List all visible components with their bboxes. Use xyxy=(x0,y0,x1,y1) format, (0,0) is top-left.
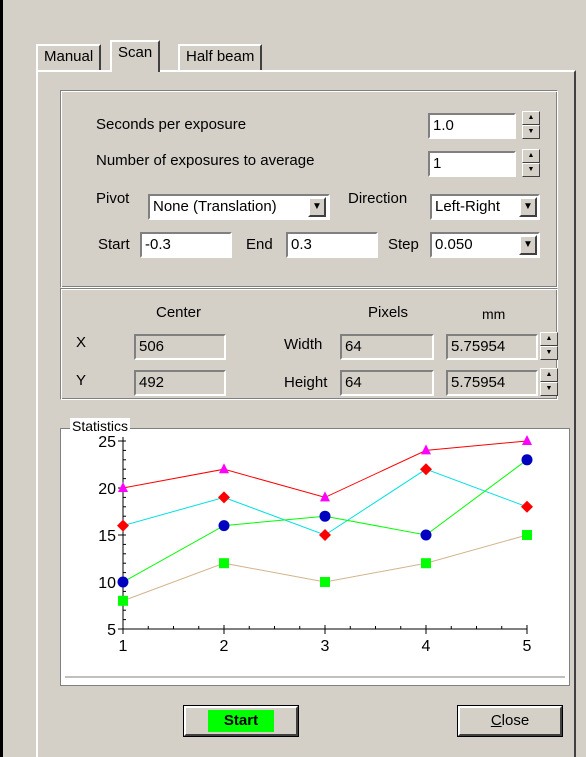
statistics-chart: 5 10 15 20 25 1 2 3 4 5 xyxy=(65,434,565,678)
direction-label: Direction xyxy=(348,190,408,207)
end-input[interactable]: 0.3 xyxy=(286,232,378,258)
height-spin-down[interactable]: ▼ xyxy=(540,382,558,396)
y-tick-label: 20 xyxy=(98,481,116,498)
start-input[interactable]: -0.3 xyxy=(140,232,232,258)
series-2-point xyxy=(420,463,432,476)
series-3-point xyxy=(420,529,432,541)
series-2-point xyxy=(521,500,533,513)
close-button-label: Close xyxy=(490,712,530,729)
series-3-point xyxy=(218,520,230,532)
height-pixels-field: 64 xyxy=(340,370,434,396)
statistics-chart-box: 5 10 15 20 25 1 2 3 4 5 xyxy=(60,428,570,686)
series-line-1 xyxy=(122,440,528,498)
series-line-2 xyxy=(122,468,528,536)
step-label: Step xyxy=(388,236,419,253)
seconds-spin-up[interactable]: ▲ xyxy=(522,111,540,125)
exposures-spin-up[interactable]: ▲ xyxy=(522,149,540,163)
tab-scan[interactable]: Scan xyxy=(110,40,161,72)
center-x-field: 506 xyxy=(134,334,226,360)
direction-dropdown-icon[interactable]: ▼ xyxy=(519,197,537,217)
x-tick-label: 5 xyxy=(523,638,532,655)
y-tick-label: 5 xyxy=(107,622,116,639)
x-label: X xyxy=(76,334,87,351)
width-pixels-field: 64 xyxy=(340,334,434,360)
x-tick-label: 1 xyxy=(119,638,128,655)
y-tick-label: 10 xyxy=(98,575,116,592)
series-4-point xyxy=(421,558,431,569)
y-label: Y xyxy=(76,372,87,389)
y-tick-label: 15 xyxy=(98,528,116,545)
start-label: Start xyxy=(98,236,130,253)
width-label: Width xyxy=(284,336,323,353)
pivot-label: Pivot xyxy=(96,190,130,207)
tab-manual-label: Manual xyxy=(44,48,94,65)
series-2-point xyxy=(218,491,230,504)
width-mm-field: 5.75954 xyxy=(446,334,538,360)
y-tick-label: 25 xyxy=(98,434,116,451)
width-spin-down[interactable]: ▼ xyxy=(540,346,558,360)
series-2-point xyxy=(117,519,129,532)
height-label: Height xyxy=(284,374,328,391)
close-button[interactable]: Close xyxy=(457,705,563,737)
tab-half-beam[interactable]: Half beam xyxy=(178,44,263,72)
series-4-point xyxy=(522,530,532,540)
pixels-header: Pixels xyxy=(368,304,409,321)
step-dropdown-icon[interactable]: ▼ xyxy=(519,235,537,255)
tab-scan-label: Scan xyxy=(118,44,153,61)
exposures-to-average-input[interactable]: 1 xyxy=(428,151,516,177)
series-4-point xyxy=(219,558,229,569)
step-select-value: 0.050 xyxy=(435,236,473,253)
pivot-dropdown-icon[interactable]: ▼ xyxy=(308,197,326,217)
height-spin-up[interactable]: ▲ xyxy=(540,368,558,382)
series-2-point xyxy=(319,529,331,541)
window-border-left xyxy=(0,0,3,757)
series-1-point xyxy=(421,444,431,455)
seconds-spin-down[interactable]: ▼ xyxy=(522,125,540,139)
x-tick-label: 3 xyxy=(321,638,330,655)
series-3-point xyxy=(117,576,129,588)
series-3-point xyxy=(319,510,331,522)
start-button[interactable]: Start xyxy=(183,705,299,737)
series-line-4 xyxy=(122,534,528,602)
tab-manual[interactable]: Manual xyxy=(36,44,102,72)
exposures-spin-down[interactable]: ▼ xyxy=(522,163,540,177)
series-3-point xyxy=(521,454,533,466)
series-1-point xyxy=(522,435,532,445)
center-header: Center xyxy=(156,304,202,321)
exposures-label: Number of exposures to average xyxy=(96,152,315,169)
tab-half-beam-label: Half beam xyxy=(186,48,255,65)
series-4-point xyxy=(320,577,330,587)
x-tick-label: 4 xyxy=(422,638,431,655)
series-1-point xyxy=(219,463,229,474)
width-spin-up[interactable]: ▲ xyxy=(540,332,558,346)
direction-select-value: Left-Right xyxy=(435,198,501,215)
mm-header: mm xyxy=(482,306,506,322)
series-4-point xyxy=(118,595,128,606)
seconds-per-exposure-input[interactable]: 1.0 xyxy=(428,113,516,139)
pivot-select[interactable]: None (Translation) xyxy=(148,194,330,220)
pivot-select-value: None (Translation) xyxy=(153,198,277,215)
x-tick-label: 2 xyxy=(220,638,229,655)
end-label: End xyxy=(246,236,273,253)
height-mm-field: 5.75954 xyxy=(446,370,538,396)
start-button-label: Start xyxy=(207,710,275,732)
center-y-field: 492 xyxy=(134,370,226,396)
seconds-label: Seconds per exposure xyxy=(96,116,247,133)
statistics-label: Statistics xyxy=(70,418,131,434)
